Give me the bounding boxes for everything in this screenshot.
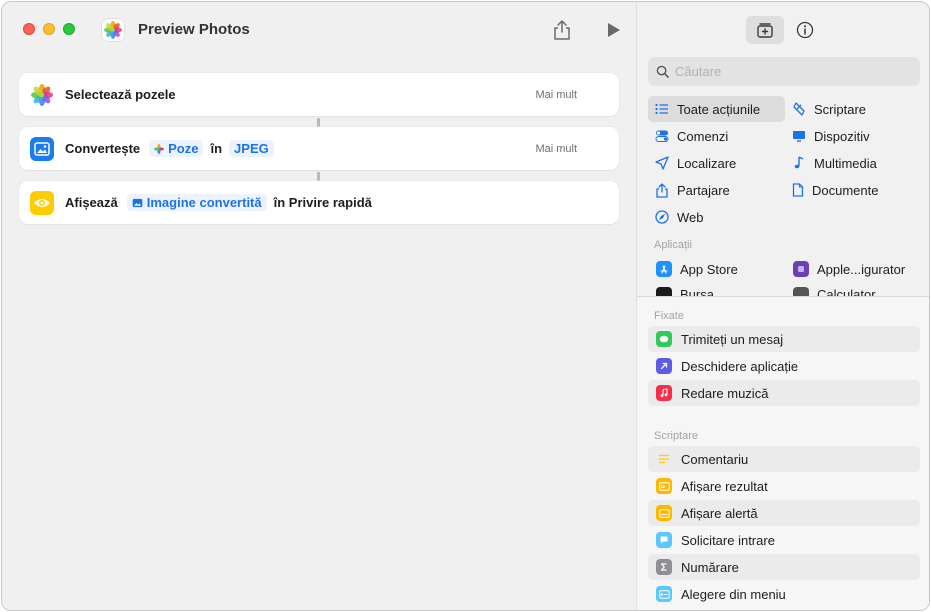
shortcut-icon[interactable] xyxy=(102,19,124,41)
scripting-section-label: Scriptare xyxy=(654,430,699,442)
minimize-window-button[interactable] xyxy=(43,23,55,35)
info-icon[interactable] xyxy=(796,21,814,39)
action-label: Selectează pozele xyxy=(65,87,176,102)
script-choose-from-menu[interactable]: Alegere din meniu xyxy=(648,581,920,607)
pinned-send-message[interactable]: Trimiteți un mesaj xyxy=(648,326,920,352)
zoom-window-button[interactable] xyxy=(63,23,75,35)
action-quick-look[interactable]: Afișează Imagine convertită în Privire r… xyxy=(19,181,619,224)
pinned-open-app[interactable]: Deschidere aplicație xyxy=(648,353,920,379)
category-location[interactable]: Localizare xyxy=(648,150,785,176)
sigma-icon xyxy=(656,559,672,575)
editor-pane: Preview Photos Selectează pozele Mai mul… xyxy=(2,2,636,610)
music-icon xyxy=(656,385,672,401)
window-title[interactable]: Preview Photos xyxy=(138,21,250,38)
script-count[interactable]: Numărare xyxy=(648,554,920,580)
search-input[interactable] xyxy=(675,64,915,79)
action-tail-text: în Privire rapidă xyxy=(273,195,372,210)
alert-icon xyxy=(656,505,672,521)
app-apple-configurator[interactable]: Apple...igurator xyxy=(793,258,905,280)
action-select-photos[interactable]: Selectează pozele Mai mult xyxy=(19,73,619,116)
open-app-arrow-icon xyxy=(656,358,672,374)
library-add-icon xyxy=(757,23,773,38)
play-icon[interactable] xyxy=(606,21,622,39)
window-controls xyxy=(23,23,75,35)
converted-image-token[interactable]: Imagine convertită xyxy=(126,194,267,211)
category-sharing[interactable]: Partajare xyxy=(648,177,785,203)
image-icon xyxy=(30,136,54,161)
actions-sidebar: Toate acțiunile Scriptare Comenzi xyxy=(636,2,929,610)
toggle-icon xyxy=(655,130,669,142)
suggestions-panel: Fixate Trimiteți un mesaj Deschidere apl… xyxy=(637,297,929,610)
script-show-alert[interactable]: Afișare alertă xyxy=(648,500,920,526)
message-icon xyxy=(656,331,672,347)
action-label: Afișează xyxy=(65,195,118,210)
display-icon xyxy=(793,131,805,142)
menu-icon xyxy=(656,586,672,602)
app-app-store[interactable]: App Store xyxy=(656,258,738,280)
search-icon xyxy=(656,65,669,78)
script-comment[interactable]: Comentariu xyxy=(648,446,920,472)
location-icon xyxy=(655,156,669,170)
shortcuts-window: Preview Photos Selectează pozele Mai mul… xyxy=(1,1,930,611)
action-label: Convertește xyxy=(65,141,141,156)
more-button[interactable]: Mai mult xyxy=(535,89,577,101)
category-all-actions[interactable]: Toate acțiunile xyxy=(648,96,785,122)
app-stocks[interactable]: Bursa xyxy=(656,284,714,296)
more-button[interactable]: Mai mult xyxy=(535,143,577,155)
category-web[interactable]: Web xyxy=(648,204,785,230)
action-convert-image[interactable]: Convertește Poze în JPEG Mai mult xyxy=(19,127,619,170)
app-store-icon xyxy=(656,261,672,277)
search-field[interactable] xyxy=(648,57,920,86)
category-device[interactable]: Dispozitiv xyxy=(785,123,920,149)
show-result-icon xyxy=(656,478,672,494)
close-window-button[interactable] xyxy=(23,23,35,35)
eye-icon xyxy=(30,190,54,215)
scripting-icon xyxy=(793,102,805,116)
share-icon xyxy=(656,182,668,198)
pinned-section-label: Fixate xyxy=(654,310,684,322)
category-scripting[interactable]: Scriptare xyxy=(785,96,920,122)
document-icon xyxy=(792,183,804,197)
photos-variable-token[interactable]: Poze xyxy=(149,140,204,157)
image-icon xyxy=(132,198,143,207)
list-icon xyxy=(655,103,668,115)
category-controls[interactable]: Comenzi xyxy=(648,123,785,149)
apps-section-label: Aplicații xyxy=(654,239,692,251)
action-library-button[interactable] xyxy=(746,16,784,44)
photos-icon xyxy=(154,143,165,154)
category-media[interactable]: Multimedia xyxy=(785,150,920,176)
pinned-play-music[interactable]: Redare muzică xyxy=(648,380,920,406)
photos-icon xyxy=(30,82,54,107)
connector-text: în xyxy=(210,141,223,156)
script-ask-input[interactable]: Solicitare intrare xyxy=(648,527,920,553)
comment-lines-icon xyxy=(656,451,672,467)
script-show-result[interactable]: Afișare rezultat xyxy=(648,473,920,499)
share-icon[interactable] xyxy=(552,19,572,41)
compass-icon xyxy=(655,210,669,224)
stocks-icon xyxy=(656,287,672,296)
calculator-icon xyxy=(793,287,809,296)
format-token[interactable]: JPEG xyxy=(229,140,274,157)
app-calculator[interactable]: Calculator xyxy=(793,284,876,296)
photos-icon xyxy=(104,21,122,39)
music-note-icon xyxy=(794,156,804,169)
configurator-icon xyxy=(793,261,809,277)
category-documents[interactable]: Documente xyxy=(785,177,920,203)
ask-input-icon xyxy=(656,532,672,548)
